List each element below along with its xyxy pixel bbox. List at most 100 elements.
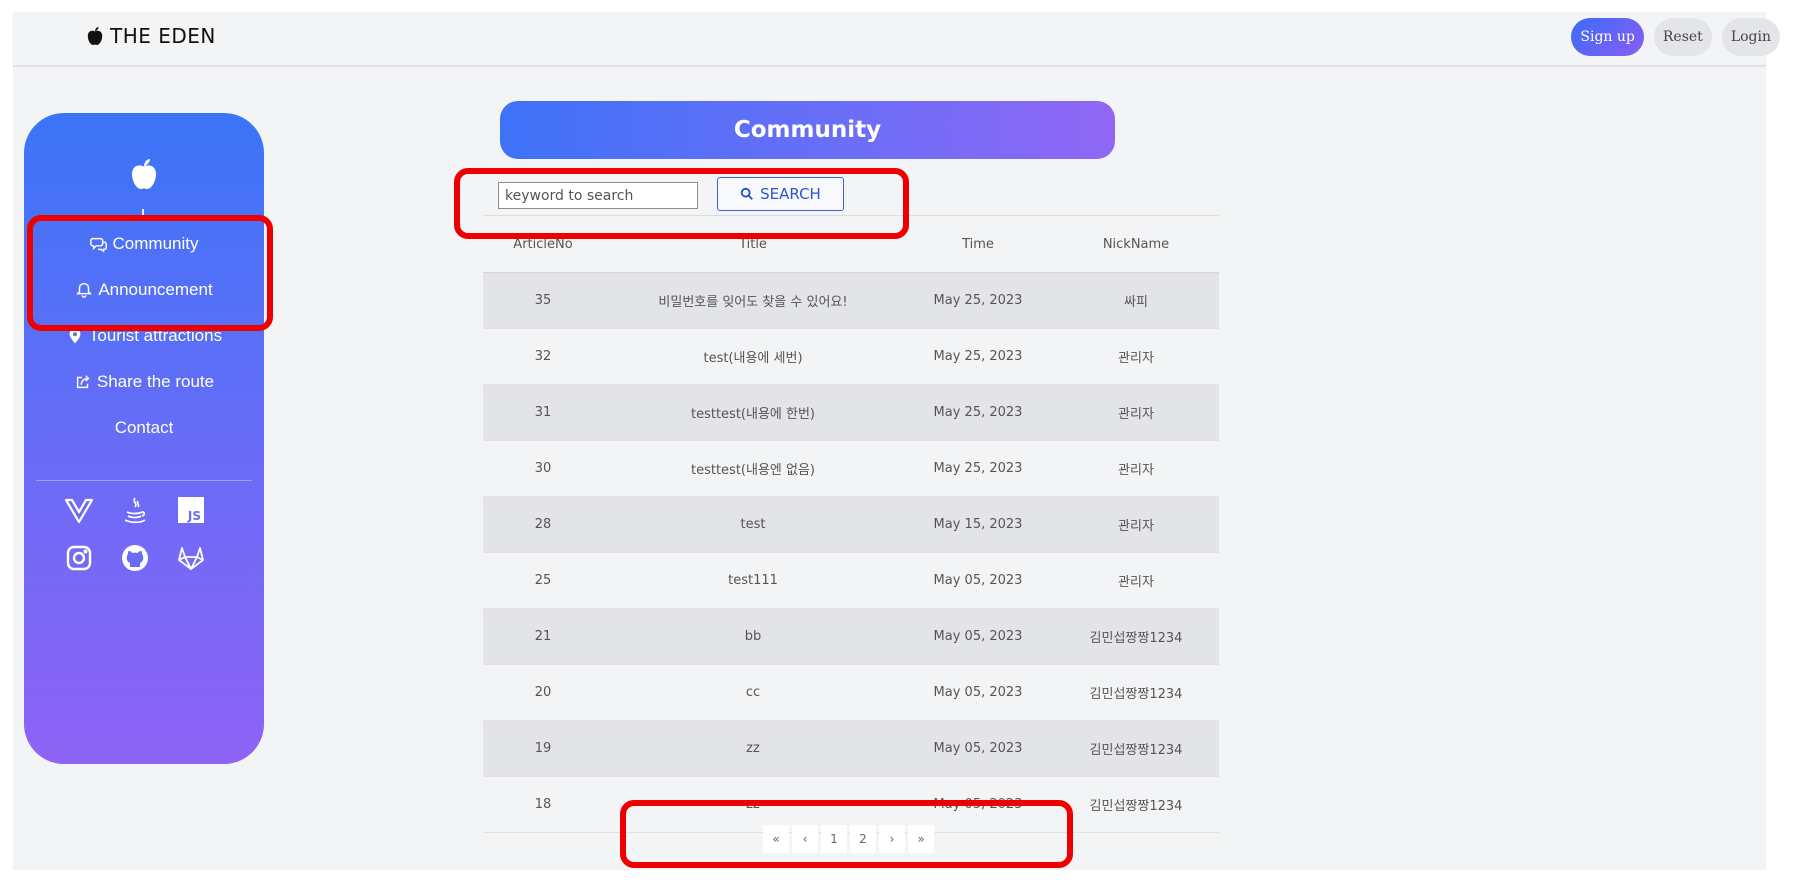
article-nickname: 김민섭짱짱1234 [1053,776,1219,833]
vue-link[interactable] [62,494,96,526]
last-page-button[interactable]: » [908,825,934,853]
chat-icon [89,237,107,253]
article-nickname: 김민섭짱짱1234 [1053,608,1219,665]
article-title[interactable]: testtest(내용엔 없음) [603,440,903,497]
social-icons: JS [62,494,242,574]
table-row[interactable]: 35 비밀번호를 잊어도 찾을 수 있어요! May 25, 2023 싸피 [483,272,1219,329]
article-no: 25 [483,552,603,609]
instagram-link[interactable] [62,542,96,574]
reset-button[interactable]: Reset [1653,18,1712,56]
instagram-icon [66,545,92,571]
table-row[interactable]: 32 test(내용에 세번) May 25, 2023 관리자 [483,328,1219,385]
article-no: 18 [483,776,603,833]
next-page-button[interactable]: › [879,825,905,853]
first-page-button[interactable]: « [763,825,789,853]
search-input[interactable] [498,182,698,209]
article-nickname: 싸피 [1053,272,1219,329]
sidebar-item-label: Community [112,234,199,253]
article-no: 30 [483,440,603,497]
svg-text:JS: JS [187,509,201,523]
article-nickname: 김민섭짱짱1234 [1053,664,1219,721]
article-nickname: 관리자 [1053,552,1219,609]
gitlab-icon [178,547,204,570]
article-nickname: 관리자 [1053,440,1219,497]
share-icon [76,375,90,389]
sidebar-item-label: Announcement [98,280,213,299]
search-button[interactable]: SEARCH [717,177,844,211]
article-no: 31 [483,384,603,441]
bell-icon [76,282,93,298]
article-nickname: 관리자 [1053,496,1219,553]
gitlab-link[interactable] [174,542,208,574]
article-time: May 25, 2023 [903,272,1053,329]
article-title[interactable]: bb [603,608,903,665]
table-row[interactable]: 20 cc May 05, 2023 김민섭짱짱1234 [483,664,1219,721]
sidebar-nav: Community Announcement Tourist attractio… [24,221,264,451]
vue-icon [64,498,94,524]
article-title[interactable]: zz [603,720,903,777]
divider-tick [142,209,144,217]
column-header: Time [903,215,1053,273]
article-time: May 25, 2023 [903,328,1053,385]
article-no: 28 [483,496,603,553]
js-icon: JS [178,497,204,523]
sidebar-item-contact[interactable]: Contact [24,405,264,451]
java-icon [124,497,146,524]
page-1-button[interactable]: 1 [821,825,847,853]
article-no: 32 [483,328,603,385]
top-navbar [13,12,1766,66]
sidebar-item-label: Contact [114,418,174,437]
article-no: 19 [483,720,603,777]
brand-logo[interactable]: THE EDEN [86,24,216,48]
github-link[interactable] [118,542,152,574]
article-no: 21 [483,608,603,665]
article-table: ArticleNo Title Time NickName 35 비밀번호를 잊… [483,215,1219,833]
login-button[interactable]: Login [1721,18,1780,56]
table-row[interactable]: 19 zz May 05, 2023 김민섭짱짱1234 [483,720,1219,777]
page-2-button[interactable]: 2 [850,825,876,853]
table-row[interactable]: 21 bb May 05, 2023 김민섭짱짱1234 [483,608,1219,665]
sidebar-item-community[interactable]: Community [24,221,264,267]
sidebar: Community Announcement Tourist attractio… [24,113,264,764]
column-header: ArticleNo [483,215,603,273]
article-title[interactable]: cc [603,664,903,721]
top-actions: Sign up Reset Login [1571,18,1780,56]
article-nickname: 관리자 [1053,328,1219,385]
page-title: Community [500,101,1115,159]
java-link[interactable] [118,494,152,526]
pagination: « ‹ 1 2 › » [763,825,934,853]
table-row[interactable]: 31 testtest(내용에 한번) May 25, 2023 관리자 [483,384,1219,441]
apple-icon [87,27,103,45]
github-icon [122,545,148,571]
article-time: May 05, 2023 [903,664,1053,721]
map-pin-icon [69,328,81,344]
sidebar-item-label: Tourist attractions [88,326,223,345]
sidebar-divider [36,480,252,481]
search-button-label: SEARCH [760,185,821,203]
table-row[interactable]: 28 test May 15, 2023 관리자 [483,496,1219,553]
sidebar-item-tourist-attractions[interactable]: Tourist attractions [24,313,264,359]
article-time: May 25, 2023 [903,384,1053,441]
article-no: 35 [483,272,603,329]
prev-page-button[interactable]: ‹ [792,825,818,853]
article-time: May 05, 2023 [903,552,1053,609]
article-title[interactable]: test [603,496,903,553]
article-title[interactable]: 비밀번호를 잊어도 찾을 수 있어요! [603,272,903,329]
brand-title: THE EDEN [110,24,216,48]
article-nickname: 관리자 [1053,384,1219,441]
article-no: 20 [483,664,603,721]
sign-up-button[interactable]: Sign up [1571,18,1644,56]
article-title[interactable]: testtest(내용에 한번) [603,384,903,441]
apple-icon[interactable] [129,157,159,191]
article-title[interactable]: test(내용에 세번) [603,328,903,385]
table-row[interactable]: 30 testtest(내용엔 없음) May 25, 2023 관리자 [483,440,1219,497]
article-title[interactable]: test111 [603,552,903,609]
sidebar-item-label: Share the route [96,372,215,391]
article-time: May 05, 2023 [903,608,1053,665]
table-row[interactable]: 25 test111 May 05, 2023 관리자 [483,552,1219,609]
article-nickname: 김민섭짱짱1234 [1053,720,1219,777]
sidebar-item-share-the-route[interactable]: Share the route [24,359,264,405]
sidebar-item-announcement[interactable]: Announcement [24,267,264,313]
javascript-link[interactable]: JS [174,494,208,526]
search-icon [740,187,754,200]
